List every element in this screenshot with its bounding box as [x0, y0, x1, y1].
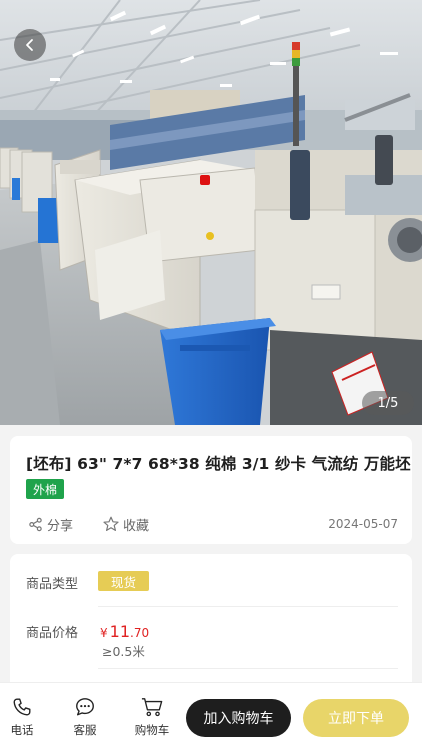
- bottom-action-bar: 电话 客服 购物车 加入购物车 立即下单: [0, 682, 422, 750]
- cart-button[interactable]: 购物车: [127, 683, 177, 750]
- cart-label: 购物车: [134, 723, 170, 737]
- shopping-cart-icon: [141, 698, 163, 717]
- add-to-cart-button[interactable]: 加入购物车: [186, 699, 291, 737]
- price: ¥ 11 .70: [100, 622, 149, 641]
- customer-service-button[interactable]: 客服: [60, 683, 110, 750]
- chevron-left-icon: [26, 39, 33, 51]
- phone-label: 电话: [10, 723, 34, 737]
- type-badge: 现货: [98, 571, 150, 591]
- buy-now-button[interactable]: 立即下单: [303, 699, 409, 737]
- divider: [98, 668, 398, 669]
- product-image[interactable]: 1/5: [0, 0, 422, 425]
- back-button[interactable]: [14, 29, 46, 61]
- service-label: 客服: [73, 723, 97, 737]
- product-title: [坯布] 63" 7*7 68*38 纯棉 3/1 纱卡 气流纺 万能坯: [26, 455, 411, 473]
- share-icon: [29, 517, 42, 531]
- product-info-card: [坯布] 63" 7*7 68*38 纯棉 3/1 纱卡 气流纺 万能坯 外棉 …: [10, 436, 412, 544]
- loom-machine-illustration: [0, 0, 422, 425]
- phone-icon: [13, 698, 31, 716]
- image-pager: 1/5: [362, 391, 414, 415]
- phone-button[interactable]: 电话: [0, 683, 47, 750]
- price-integer: 11: [109, 622, 130, 641]
- product-actions: 分享 收藏 2024-05-07: [28, 514, 398, 534]
- share-button[interactable]: 分享: [28, 515, 73, 534]
- favorite-label: 收藏: [123, 518, 150, 534]
- price-decimal: .70: [130, 626, 150, 640]
- price-label: 商品价格: [26, 626, 79, 641]
- product-detail-card: 商品类型 现货 商品价格 ¥ 11 .70 ≥0.5米: [10, 554, 412, 694]
- minimum-order: ≥0.5米: [102, 644, 145, 659]
- type-label: 商品类型: [26, 577, 79, 592]
- publish-date: 2024-05-07: [328, 517, 398, 531]
- star-icon: [103, 516, 119, 531]
- chat-bubble-icon: [76, 698, 94, 716]
- origin-tag: 外棉: [26, 479, 65, 499]
- divider: [98, 606, 398, 607]
- favorite-button[interactable]: 收藏: [103, 515, 149, 534]
- share-label: 分享: [47, 518, 74, 534]
- price-symbol: ¥: [100, 626, 108, 640]
